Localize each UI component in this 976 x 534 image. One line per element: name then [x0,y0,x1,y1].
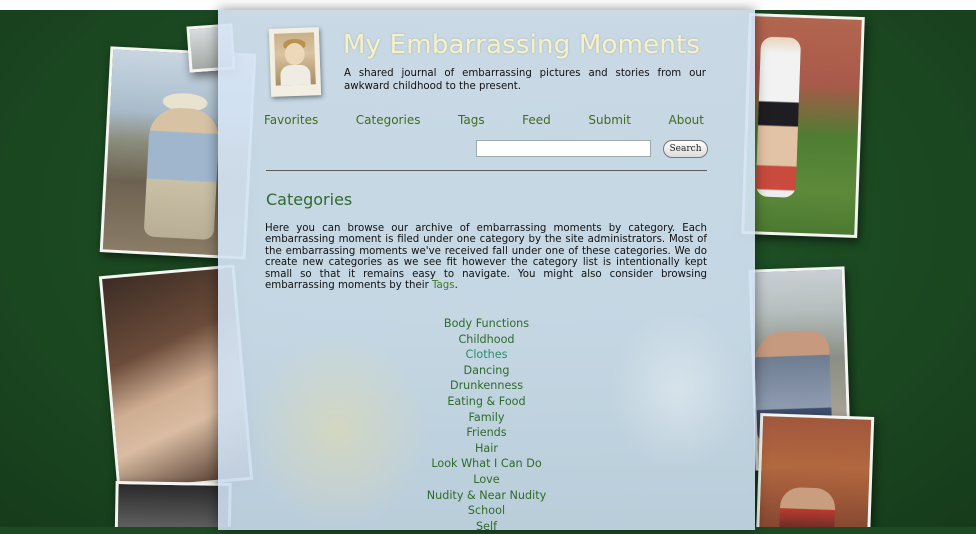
category-link-hair[interactable]: Hair [475,442,498,455]
category-list: Body Functions Childhood Clothes Dancing… [368,316,605,534]
nav-favorites[interactable]: Favorites [264,113,318,127]
photo-bearded-man [755,413,875,527]
main-nav: Favorites Categories Tags Feed Submit Ab… [264,113,704,127]
list-item: Look What I Can Do [368,456,605,472]
category-link-clothes[interactable]: Clothes [466,348,508,361]
content-panel: My Embarrassing Moments A shared journal… [218,10,755,533]
list-item: Dancing [368,363,605,379]
list-item: Friends [368,425,605,441]
header-divider [266,170,707,171]
intro-tags-link[interactable]: Tags [432,280,455,291]
photo-boy-in-shorts [741,13,865,238]
list-item: Hair [368,441,605,457]
search-input[interactable] [476,140,651,157]
category-link-eating-food[interactable]: Eating & Food [447,395,525,408]
nav-categories[interactable]: Categories [356,113,421,127]
list-item: Body Functions [368,316,605,332]
intro-text: Here you can browse our archive of embar… [265,223,707,292]
list-item: School [368,503,605,519]
photo-black-white [114,480,232,527]
category-link-childhood[interactable]: Childhood [458,333,514,346]
category-link-nudity[interactable]: Nudity & Near Nudity [427,489,546,502]
category-link-school[interactable]: School [468,504,505,517]
site-title[interactable]: My Embarrassing Moments [343,30,743,60]
nav-feed[interactable]: Feed [522,113,551,127]
list-item: Self [368,519,605,534]
category-link-love[interactable]: Love [473,473,499,486]
category-link-drunkenness[interactable]: Drunkenness [450,379,523,392]
nav-submit[interactable]: Submit [588,113,631,127]
list-item: Love [368,472,605,488]
list-item: Family [368,410,605,426]
intro-paragraph: Here you can browse our archive of embar… [265,223,707,291]
category-link-body-functions[interactable]: Body Functions [444,317,529,330]
top-white-strip [0,0,976,10]
list-item: Nudity & Near Nudity [368,488,605,504]
site-tagline: A shared journal of embarrassing picture… [344,68,706,92]
nav-tags[interactable]: Tags [458,113,485,127]
category-link-self[interactable]: Self [476,520,497,533]
list-item: Clothes [368,347,605,363]
category-link-friends[interactable]: Friends [466,426,506,439]
site-logo-photo[interactable] [268,27,322,97]
list-item: Childhood [368,332,605,348]
category-link-look-what-i-can-do[interactable]: Look What I Can Do [431,457,541,470]
search-button[interactable]: Search [663,140,708,158]
category-link-family[interactable]: Family [469,411,505,424]
nav-about[interactable]: About [669,113,704,127]
page-title: Categories [266,190,353,209]
list-item: Drunkenness [368,378,605,394]
list-item: Eating & Food [368,394,605,410]
category-link-dancing[interactable]: Dancing [463,364,509,377]
intro-end: . [454,280,458,292]
